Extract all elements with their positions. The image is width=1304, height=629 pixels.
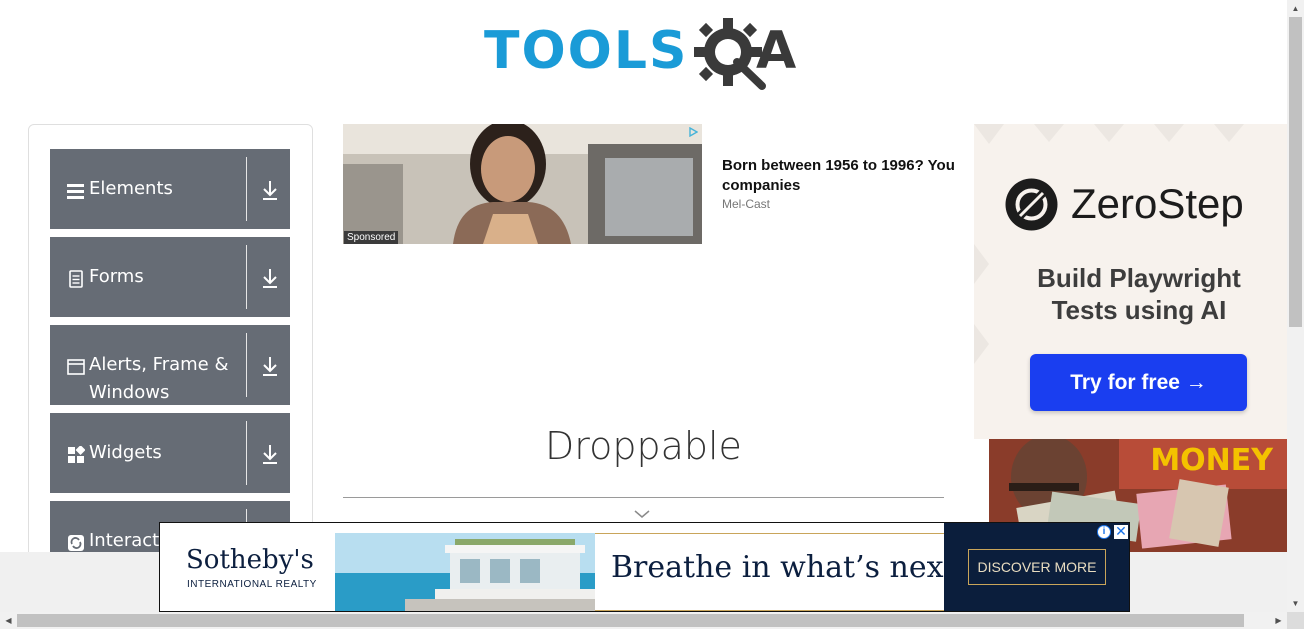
sidebar-group-label: Widgets (89, 442, 162, 463)
zerostep-tagline: Build Playwright Tests using AI (1037, 263, 1241, 325)
divider (246, 421, 247, 485)
zerostep-logo-icon (1005, 178, 1058, 231)
vertical-scrollbar[interactable]: ▲ ▼ (1287, 0, 1304, 612)
download-arrow-icon[interactable] (260, 443, 280, 465)
horizontal-scroll-thumb[interactable] (17, 614, 1244, 627)
interactions-icon (68, 535, 84, 551)
toolsqa-logo[interactable]: TOOLS A (484, 16, 809, 92)
sidebar-group-widgets[interactable]: Widgets (50, 413, 290, 493)
sidebar-group-label: Alerts, Frame & Windows (89, 354, 229, 403)
vertical-scroll-thumb[interactable] (1289, 17, 1302, 327)
sidebar-group-forms[interactable]: Forms (50, 237, 290, 317)
ad-info-icon[interactable]: i (1097, 525, 1111, 539)
divider (246, 333, 247, 397)
scroll-down-arrow-icon[interactable]: ▼ (1291, 599, 1300, 608)
ad-source: Mel-Cast (722, 197, 771, 211)
sidebar-group-elements[interactable]: Elements (50, 149, 290, 229)
divider (246, 157, 247, 221)
sothebys-subtitle: INTERNATIONAL REALTY (187, 579, 317, 590)
ad-headline[interactable]: Born between 1956 to 1996? You companies (722, 156, 982, 196)
sidebar-group-label: Elements (89, 178, 173, 199)
ad-photo[interactable]: Sponsored (343, 124, 702, 244)
scrollbar-corner (1287, 612, 1304, 629)
slogan-box: Breathe in what’s next. (595, 533, 965, 611)
page-title: Droppable (545, 424, 742, 468)
document-icon (69, 270, 83, 288)
divider (246, 245, 247, 309)
villa-illustration (335, 533, 595, 611)
scroll-left-arrow-icon[interactable]: ◀ (4, 616, 13, 625)
sothebys-name: Sotheby's (186, 545, 314, 575)
scroll-right-arrow-icon[interactable]: ▶ (1274, 616, 1283, 625)
money-sign-text: MONEY (1150, 443, 1273, 478)
sponsored-ad[interactable]: Sponsored Born between 1956 to 1996? You… (343, 124, 971, 244)
download-arrow-icon[interactable] (260, 179, 280, 201)
sothebys-banner-ad[interactable]: Sotheby's INTERNATIONAL REALTY Breathe i… (159, 522, 1130, 612)
download-arrow-icon[interactable] (260, 355, 280, 377)
zerostep-brand: ZeroStep (1071, 180, 1244, 227)
widgets-icon (68, 446, 85, 463)
try-for-free-button[interactable]: Try for free → (1030, 354, 1247, 411)
left-sidebar: Elements Forms Alerts, Frame & Windows W… (28, 124, 313, 564)
window-icon (67, 359, 85, 375)
horizontal-scrollbar[interactable]: ◀ ▶ (0, 612, 1287, 629)
download-arrow-icon[interactable] (260, 267, 280, 289)
zerostep-ad[interactable]: ZeroStep Build Playwright Tests using AI… (974, 124, 1287, 439)
sidebar-group-alerts[interactable]: Alerts, Frame & Windows (50, 325, 290, 405)
discover-more-button[interactable]: DISCOVER MORE (968, 549, 1106, 585)
ad-photo-illustration (343, 124, 702, 244)
adchoices-icon[interactable] (688, 127, 698, 137)
logo-text: TOOLS (484, 21, 689, 81)
hamburger-icon (67, 184, 84, 199)
sidebar-group-label: Forms (89, 266, 144, 287)
chevron-down-icon[interactable] (634, 509, 650, 519)
scroll-up-arrow-icon[interactable]: ▲ (1291, 4, 1300, 13)
villa-photo (335, 533, 595, 611)
page: TOOLS A Elements Forms Alerts, Frame & W… (0, 0, 1304, 629)
sothebys-slogan: Breathe in what’s next. (611, 550, 966, 585)
divider (343, 497, 944, 498)
sponsored-label: Sponsored (344, 231, 399, 244)
ad-close-icon[interactable]: ✕ (1114, 524, 1128, 539)
logo-a: A (756, 21, 797, 81)
sothebys-brand: Sotheby's INTERNATIONAL REALTY (160, 523, 335, 611)
